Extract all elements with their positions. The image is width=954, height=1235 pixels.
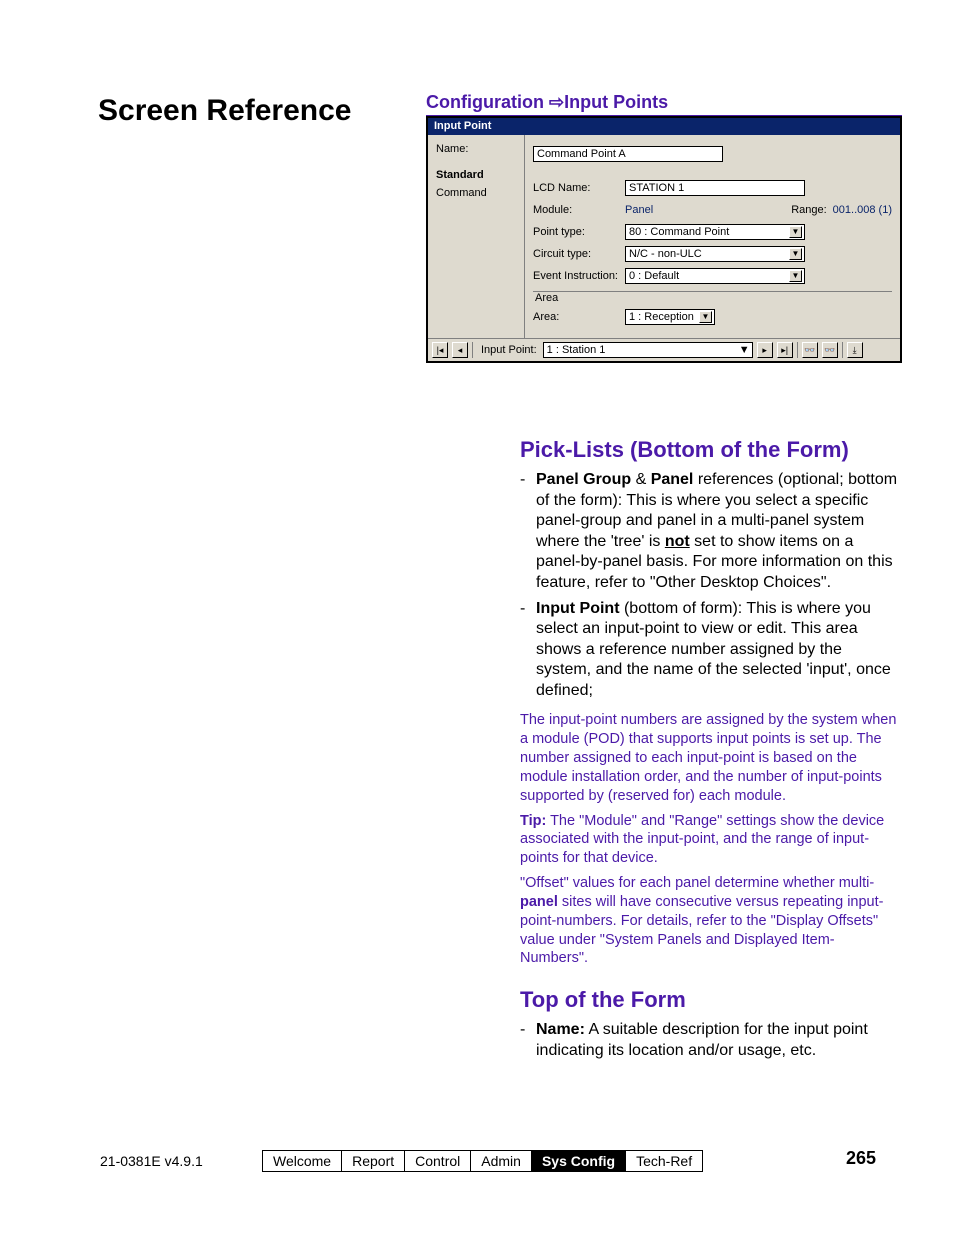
- range-label: Range:: [791, 204, 826, 216]
- footer-tabs: Welcome Report Control Admin Sys Config …: [262, 1150, 703, 1172]
- page-number: 265: [846, 1148, 876, 1169]
- event-instruction-label: Event Instruction:: [533, 270, 625, 282]
- range-value: 001..008 (1): [833, 204, 892, 216]
- bullet-name: Name: A suitable description for the inp…: [520, 1020, 900, 1061]
- lcd-name-field[interactable]: STATION 1: [625, 180, 805, 196]
- save-button[interactable]: ⤓: [847, 342, 863, 358]
- event-instruction-select[interactable]: 0 : Default ▼: [625, 268, 805, 284]
- tab-report[interactable]: Report: [342, 1151, 405, 1171]
- nav-label: Input Point:: [477, 344, 539, 356]
- note-offset: "Offset" values for each panel determine…: [520, 874, 900, 968]
- doc-id: 21-0381E v4.9.1: [100, 1153, 203, 1169]
- chevron-down-icon: ▼: [789, 270, 802, 282]
- tab-welcome[interactable]: Welcome: [263, 1151, 342, 1171]
- area-select[interactable]: 1 : Reception ▼: [625, 309, 715, 325]
- breadcrumb: Configuration ⇨Input Points: [426, 92, 902, 116]
- bullet-panel-group: Panel Group & Panel references (optional…: [520, 470, 900, 593]
- circuit-type-select[interactable]: N/C - non-ULC ▼: [625, 246, 805, 262]
- chevron-down-icon: ▼: [789, 248, 802, 260]
- tab-control[interactable]: Control: [405, 1151, 471, 1171]
- input-point-window: Input Point Name: Standard Command Comma…: [426, 116, 902, 363]
- name-field[interactable]: Command Point A: [533, 146, 723, 162]
- lcd-name-label: LCD Name:: [533, 182, 625, 194]
- bullet-input-point: Input Point (bottom of form): This is wh…: [520, 599, 900, 701]
- note-assignment: The input-point numbers are assigned by …: [520, 711, 900, 805]
- record-navigator: |◂ ◂ Input Point: 1 : Station 1 ▼ ▸ ▸| 👓…: [428, 338, 900, 361]
- point-type-label: Point type:: [533, 226, 625, 238]
- window-titlebar: Input Point: [428, 118, 900, 135]
- top-of-form-heading: Top of the Form: [520, 986, 900, 1014]
- module-link[interactable]: Panel: [625, 204, 653, 216]
- breadcrumb-b: Input Points: [564, 92, 668, 112]
- chevron-down-icon: ▼: [739, 344, 750, 356]
- tab-command[interactable]: Command: [436, 187, 518, 199]
- section-title: Screen Reference: [98, 94, 398, 128]
- find-button[interactable]: 👓: [802, 342, 818, 358]
- tab-admin[interactable]: Admin: [471, 1151, 532, 1171]
- module-label: Module:: [533, 204, 625, 216]
- breadcrumb-a: Configuration: [426, 92, 544, 112]
- name-label: Name:: [436, 143, 518, 155]
- tab-sys-config[interactable]: Sys Config: [532, 1151, 626, 1171]
- nav-last-button[interactable]: ▸|: [777, 342, 793, 358]
- chevron-down-icon: ▼: [789, 226, 802, 238]
- picklists-heading: Pick-Lists (Bottom of the Form): [520, 436, 900, 464]
- breadcrumb-arrow-icon: ⇨: [549, 92, 564, 112]
- nav-next-button[interactable]: ▸: [757, 342, 773, 358]
- area-label: Area:: [533, 311, 625, 323]
- tab-standard[interactable]: Standard: [436, 169, 518, 181]
- chevron-down-icon: ▼: [699, 311, 712, 323]
- tab-tech-ref[interactable]: Tech-Ref: [626, 1151, 702, 1171]
- circuit-type-label: Circuit type:: [533, 248, 625, 260]
- nav-first-button[interactable]: |◂: [432, 342, 448, 358]
- point-type-select[interactable]: 80 : Command Point ▼: [625, 224, 805, 240]
- nav-prev-button[interactable]: ◂: [452, 342, 468, 358]
- nav-record-select[interactable]: 1 : Station 1 ▼: [543, 342, 753, 358]
- area-group-label: Area: [535, 292, 892, 304]
- find-next-button[interactable]: 👓: [822, 342, 838, 358]
- note-tip: Tip: The "Module" and "Range" settings s…: [520, 812, 900, 869]
